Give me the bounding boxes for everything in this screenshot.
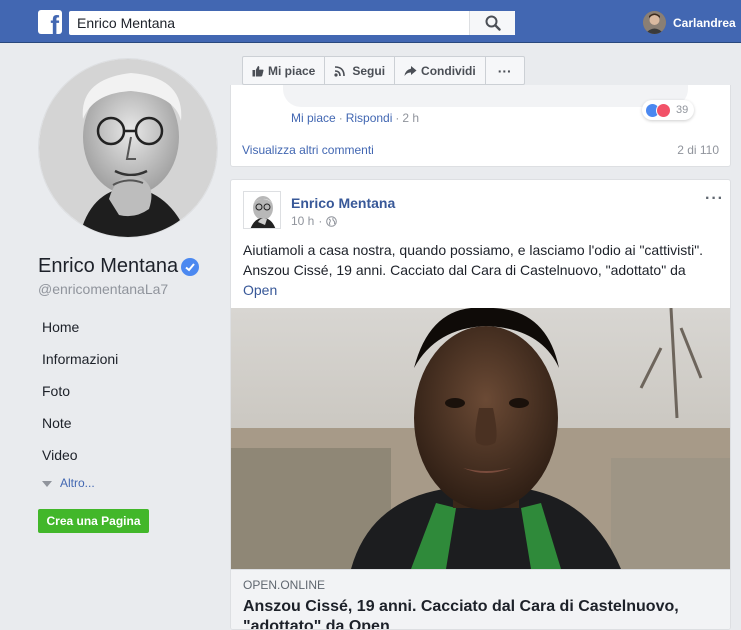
share-label: Condividi: [421, 63, 476, 78]
sidebar-item-home[interactable]: Home: [42, 319, 79, 335]
post-body: Aiutiamoli a casa nostra, quando possiam…: [243, 242, 704, 278]
follow-button[interactable]: Segui: [325, 57, 396, 84]
separator: ·: [338, 111, 343, 125]
post-meta: 10 h ·: [291, 214, 338, 228]
post-author-name[interactable]: Enrico Mentana: [291, 195, 395, 211]
page-profile-picture[interactable]: [38, 58, 218, 238]
thumbs-up-icon: [252, 65, 264, 76]
like-page-label: Mi piace: [268, 63, 316, 78]
facebook-logo-icon[interactable]: f: [38, 10, 62, 34]
love-reaction-icon: [656, 102, 671, 118]
like-page-button[interactable]: Mi piace: [243, 57, 326, 84]
comment-count: 2 di 110: [677, 143, 719, 157]
separator: ·: [318, 214, 323, 228]
comment-actions: Mi piace · Rispondi · 2 h: [291, 111, 419, 125]
link-preview[interactable]: OPEN.ONLINE Anszou Cissé, 19 anni. Cacci…: [231, 569, 730, 630]
sidebar-item-more[interactable]: Altro...: [42, 476, 95, 490]
post-card: Enrico Mentana 10 h · ··· Aiutiamoli a ca…: [230, 179, 731, 630]
share-button[interactable]: Condividi: [395, 57, 486, 84]
view-more-comments-link[interactable]: Visualizza altri commenti: [242, 143, 374, 157]
share-arrow-icon: [404, 65, 417, 76]
page-action-bar: Mi piace Segui Condividi ···: [242, 56, 525, 85]
user-avatar: [643, 11, 666, 34]
search-input-value: Enrico Mentana: [77, 15, 176, 31]
post-author-avatar[interactable]: [243, 191, 281, 229]
post-timestamp[interactable]: 10 h: [291, 214, 314, 228]
post-image[interactable]: [231, 308, 730, 569]
link-title: Anszou Cissé, 19 anni. Cacciato dal Cara…: [243, 598, 679, 630]
sidebar-more-label: Altro...: [60, 476, 95, 490]
user-name: Carlandrea: [673, 16, 736, 30]
comment-reactions[interactable]: 39: [642, 100, 695, 120]
comments-section: Mi piace · Rispondi · 2 h 39 Visualizza altr…: [230, 85, 731, 167]
sidebar-item-notes[interactable]: Note: [42, 415, 72, 431]
facebook-logo-letter: f: [50, 10, 59, 34]
page-title: Enrico Mentana: [38, 255, 179, 277]
comment-timestamp[interactable]: 2 h: [402, 111, 419, 125]
top-navigation-bar: f Enrico Mentana Carlandrea: [0, 0, 741, 43]
separator: ·: [395, 111, 400, 125]
comment-reply-link[interactable]: Rispondi: [346, 111, 393, 125]
post-text-link[interactable]: Open: [243, 282, 277, 298]
sidebar-item-video[interactable]: Video: [42, 447, 78, 463]
comment-bubble: [283, 85, 688, 107]
page-username[interactable]: @enricomentanaLa7: [38, 281, 168, 297]
more-actions-button[interactable]: ···: [486, 57, 524, 84]
sidebar-item-photos[interactable]: Foto: [42, 383, 70, 399]
reaction-count: 39: [676, 104, 689, 116]
follow-label: Segui: [352, 63, 386, 78]
create-page-button[interactable]: Crea una Pagina: [38, 509, 149, 533]
search-icon: [485, 15, 501, 31]
post-text: Aiutiamoli a casa nostra, quando possiam…: [243, 240, 721, 300]
post-options-button[interactable]: ···: [705, 190, 724, 208]
rss-icon: [334, 65, 346, 77]
verified-badge-icon: [181, 258, 199, 276]
globe-icon: [326, 215, 338, 227]
search-button[interactable]: [469, 11, 515, 35]
chevron-down-icon: [42, 480, 52, 487]
link-domain: OPEN.ONLINE: [243, 578, 326, 592]
comment-like-link[interactable]: Mi piace: [291, 111, 336, 125]
sidebar-item-info[interactable]: Informazioni: [42, 351, 118, 367]
search-input[interactable]: Enrico Mentana: [69, 11, 515, 35]
